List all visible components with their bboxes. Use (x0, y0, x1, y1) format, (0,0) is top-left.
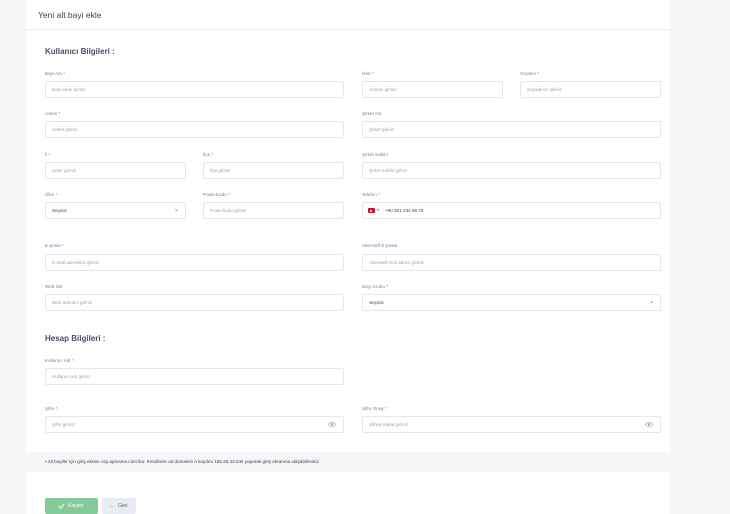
dealer-name-label: Bayi Adı * (45, 71, 65, 76)
address-input[interactable]: Adres giriniz (45, 121, 344, 138)
first-name-input[interactable]: Adınızı giriniz (362, 81, 503, 98)
company-owner-input[interactable]: Şirket sahibi giriniz (362, 162, 661, 179)
chevron-down-icon: ⌄ (648, 299, 654, 305)
dealer-name-placeholder: Bayi adını giriniz (52, 87, 86, 92)
form-card: Yeni alt bayi ekle Kullanıcı Bilgileri :… (26, 0, 670, 514)
info-notice-text: • Alt bayiler için giriş ekranı csp.apin… (45, 459, 320, 464)
company-name-placeholder: Şirket giriniz (369, 127, 395, 132)
first-name-label: İsim * (362, 71, 374, 76)
username-input[interactable]: Kullanıcı adı giriniz (45, 368, 344, 385)
password-placeholder: Şifre giriniz (52, 422, 75, 427)
city-input[interactable]: Şehir giriniz (45, 162, 186, 179)
district-label: İlçe * (203, 152, 214, 157)
card-header: Yeni alt bayi ekle (26, 0, 670, 30)
chevron-down-icon: ⌄ (173, 207, 179, 213)
last-name-placeholder: Soyadınızı giriniz (527, 87, 562, 92)
country-selected-value: Seçiniz (52, 208, 67, 213)
website-input[interactable]: Web adresini giriniz (45, 294, 344, 311)
city-label: İl * (45, 152, 51, 157)
save-button-label: Kaydet (68, 503, 84, 509)
eye-icon[interactable] (328, 421, 336, 428)
address-placeholder: Adres giriniz (52, 127, 78, 132)
info-notice: • Alt bayiler için giriş ekranı csp.apin… (26, 452, 670, 472)
alt-email-input[interactable]: Alternatif mail adresi giriniz (362, 254, 661, 271)
last-name-input[interactable]: Soyadınızı giriniz (520, 81, 661, 98)
city-placeholder: Şehir giriniz (52, 168, 76, 173)
district-input[interactable]: İlçe giriniz (203, 162, 344, 179)
turkey-flag-icon[interactable] (368, 208, 375, 213)
check-icon (58, 503, 65, 509)
postal-code-placeholder: Posta kodu giriniz (210, 208, 247, 213)
country-select[interactable]: Seçiniz ⌄ (45, 202, 186, 219)
phone-value: +90 501 234 56 78 (385, 208, 424, 213)
phone-label: Telefon * (362, 192, 380, 197)
phone-input[interactable]: ▾ +90 501 234 56 78 (362, 202, 661, 219)
password-label: Şifre * (45, 406, 58, 411)
first-name-placeholder: Adınızı giriniz (369, 87, 397, 92)
postal-code-label: Posta Kodu * (203, 192, 230, 197)
dealer-group-label: Bayi Grubu * (362, 284, 389, 289)
password-confirm-placeholder: Şifreyi tekrar giriniz (369, 422, 409, 427)
country-label: Ülke * (45, 192, 58, 197)
address-label: Adres * (45, 111, 61, 116)
arrow-left-icon: ← (109, 503, 114, 509)
back-button-label: Geri (118, 503, 128, 509)
company-name-input[interactable]: Şirket giriniz (362, 121, 661, 138)
alt-email-placeholder: Alternatif mail adresi giriniz (369, 260, 424, 265)
password-confirm-input[interactable]: Şifreyi tekrar giriniz (362, 416, 661, 433)
company-owner-label: Şirket Sahibi (362, 152, 388, 157)
user-info-title: Kullanıcı Bilgileri : (45, 47, 115, 56)
dealer-name-input[interactable]: Bayi adını giriniz (45, 81, 344, 98)
eye-icon[interactable] (645, 421, 653, 428)
account-info-title: Hesap Bilgileri : (45, 334, 106, 343)
save-button[interactable]: Kaydet (45, 498, 98, 514)
caret-down-icon[interactable]: ▾ (377, 207, 379, 212)
username-placeholder: Kullanıcı adı giriniz (52, 374, 91, 379)
email-input[interactable]: E-mail adresinizi giriniz (45, 254, 344, 271)
district-placeholder: İlçe giriniz (210, 168, 231, 173)
website-placeholder: Web adresini giriniz (52, 300, 93, 305)
password-input[interactable]: Şifre giriniz (45, 416, 344, 433)
email-placeholder: E-mail adresinizi giriniz (52, 260, 99, 265)
username-label: Kullanıcı Adı * (45, 358, 74, 363)
page-title: Yeni alt bayi ekle (38, 10, 102, 20)
dealer-group-selected-value: Seçiniz (369, 300, 384, 305)
password-confirm-label: Şifre Onay * (362, 406, 387, 411)
postal-code-input[interactable]: Posta kodu giriniz (203, 202, 344, 219)
alt-email-label: Alternatif E-posta (362, 243, 398, 248)
company-owner-placeholder: Şirket sahibi giriniz (369, 168, 408, 173)
email-label: E-posta * (45, 243, 64, 248)
website-label: Web link (45, 284, 63, 289)
back-button[interactable]: ← Geri (102, 498, 136, 514)
company-name-label: Şirket Adı (362, 111, 382, 116)
dealer-group-select[interactable]: Seçiniz ⌄ (362, 294, 661, 311)
last-name-label: Soyisim * (520, 71, 540, 76)
